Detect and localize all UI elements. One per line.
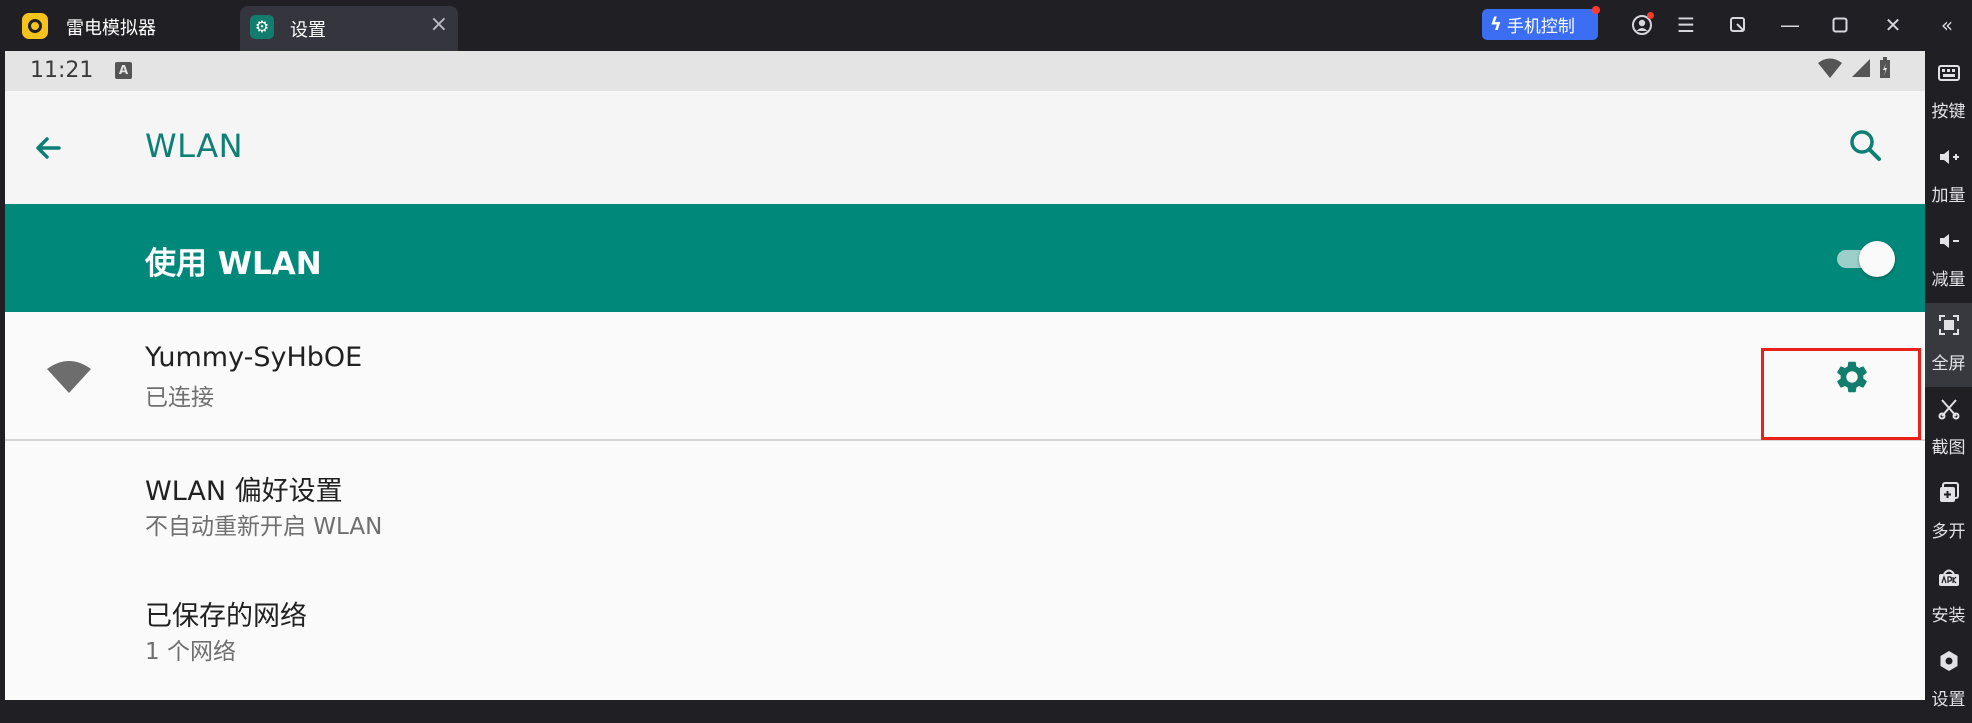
sidebar-item-install[interactable]: 安装: [1925, 555, 1972, 639]
wlan-preferences-title: WLAN 偏好设置: [145, 476, 343, 507]
notification-dot: [1592, 6, 1600, 14]
android-screen: 11:21 A WLAN 使用 WLAN Yummy-SyHbOE 已连接 WL…: [5, 51, 1925, 700]
keyboard-indicator-icon: A: [115, 62, 132, 79]
status-bar: 11:21 A: [5, 51, 1925, 91]
settings-icon: [1940, 651, 1958, 671]
status-icons: [1817, 57, 1891, 79]
saved-networks-subtitle: 1 个网络: [145, 639, 236, 665]
sidebar-item-label: 减量: [1931, 270, 1966, 290]
app-tab[interactable]: 雷电模拟器: [0, 0, 240, 51]
close-icon[interactable]: ×: [430, 12, 448, 37]
phone-control-label: 手机控制: [1506, 17, 1575, 37]
highlight-box: [1761, 348, 1921, 440]
back-arrow-icon[interactable]: [27, 127, 69, 169]
phone-control-button[interactable]: ϟ 手机控制: [1482, 6, 1600, 40]
emulator-sidebar: 按键 加量 减量 全屏 截图 多开 安装 设置: [1925, 51, 1972, 710]
settings-tab[interactable]: ⚙ 设置 ×: [240, 6, 458, 51]
emulator-titlebar: 雷电模拟器 ⚙ 设置 × ϟ 手机控制 ☰ — ✕ «: [0, 0, 1972, 51]
settings-tab-icon: ⚙: [250, 15, 274, 39]
toggle-thumb: [1859, 241, 1895, 277]
close-window-icon[interactable]: ✕: [1878, 10, 1908, 40]
settings-tab-label: 设置: [290, 20, 326, 41]
sidebar-item-label: 加量: [1931, 186, 1966, 206]
sidebar-item-keys[interactable]: 按键: [1925, 51, 1972, 135]
network-ssid: Yummy-SyHbOE: [145, 342, 363, 373]
fullscreen-icon: [1939, 315, 1959, 335]
scissors-icon: [1938, 399, 1960, 420]
user-icon[interactable]: [1627, 10, 1657, 40]
wlan-master-switch-row[interactable]: 使用 WLAN: [5, 204, 1925, 312]
sidebar-item-volume-down[interactable]: 减量: [1925, 219, 1972, 303]
search-icon[interactable]: [1845, 125, 1887, 167]
battery-icon: [1880, 57, 1890, 78]
menu-icon[interactable]: ☰: [1671, 10, 1701, 40]
network-item[interactable]: Yummy-SyHbOE 已连接: [5, 312, 1925, 441]
multi-window-icon[interactable]: [1723, 10, 1753, 40]
sidebar-item-fullscreen[interactable]: 全屏: [1925, 303, 1972, 387]
sidebar-item-label: 安装: [1931, 606, 1966, 626]
network-status: 已连接: [145, 385, 214, 411]
wifi-signal-icon: [1818, 58, 1842, 78]
app-logo-icon: [22, 13, 48, 39]
wlan-preferences-item[interactable]: WLAN 偏好设置 不自动重新开启 WLAN: [5, 443, 1925, 568]
app-name: 雷电模拟器: [66, 18, 156, 39]
collapse-sidebar-icon[interactable]: «: [1932, 10, 1962, 40]
status-time: 11:21: [30, 58, 94, 83]
lightning-icon: ϟ: [1490, 14, 1502, 35]
sidebar-item-label: 全屏: [1931, 354, 1966, 374]
multi-instance-icon: [1940, 482, 1959, 502]
cell-signal-icon: [1852, 59, 1870, 77]
page-title: WLAN: [145, 127, 244, 165]
wifi-icon: [47, 361, 91, 393]
maximize-icon[interactable]: [1825, 10, 1855, 40]
sidebar-item-label: 截图: [1931, 438, 1966, 458]
sidebar-item-label: 多开: [1931, 522, 1966, 542]
app-bar: WLAN: [5, 91, 1925, 204]
sidebar-item-screenshot[interactable]: 截图: [1925, 387, 1972, 471]
saved-networks-item[interactable]: 已保存的网络 1 个网络: [5, 568, 1925, 700]
minimize-icon[interactable]: —: [1775, 10, 1805, 40]
wlan-toggle[interactable]: [1835, 240, 1895, 278]
apk-icon: [1939, 569, 1959, 586]
sidebar-item-multi-instance[interactable]: 多开: [1925, 471, 1972, 555]
notification-dot: [1647, 12, 1654, 19]
wlan-preferences-subtitle: 不自动重新开启 WLAN: [145, 514, 383, 540]
wlan-switch-label: 使用 WLAN: [145, 246, 322, 282]
sidebar-item-label: 按键: [1931, 102, 1966, 122]
volume-up-icon: [1940, 150, 1959, 164]
sidebar-item-label: 设置: [1931, 690, 1966, 710]
sidebar-item-settings[interactable]: 设置: [1925, 639, 1972, 723]
saved-networks-title: 已保存的网络: [145, 601, 307, 632]
keyboard-icon: [1938, 65, 1960, 81]
volume-down-icon: [1940, 234, 1959, 248]
sidebar-item-volume-up[interactable]: 加量: [1925, 135, 1972, 219]
